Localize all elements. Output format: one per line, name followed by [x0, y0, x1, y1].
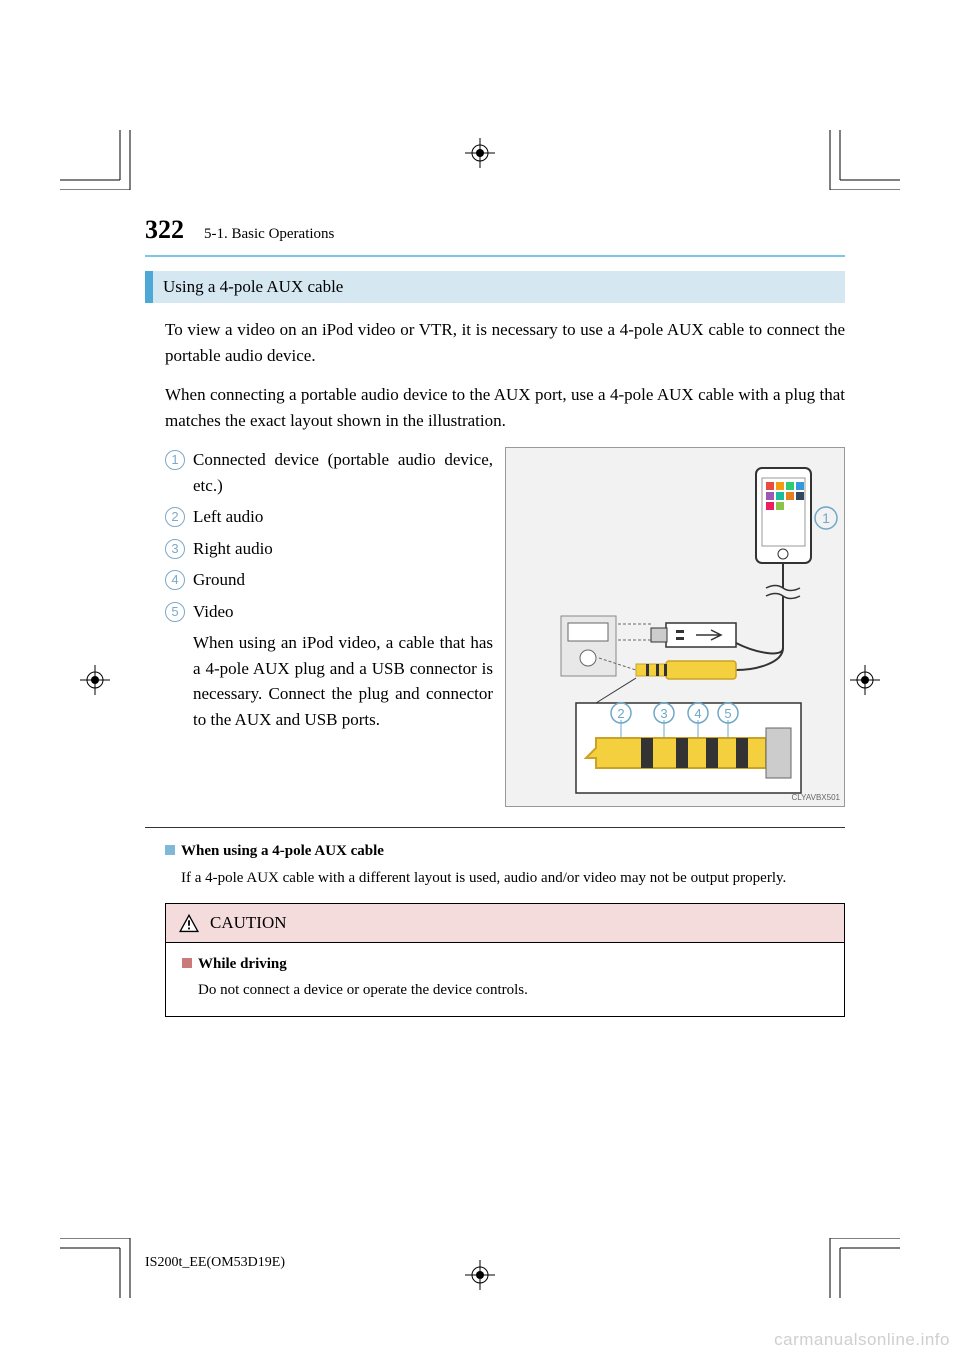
registration-mark-bottom [465, 1260, 495, 1290]
caution-text: Do not connect a device or operate the d… [198, 979, 828, 1002]
note-body: If a 4-pole AUX cable with a different l… [181, 867, 845, 890]
page-number: 322 [145, 210, 184, 249]
caution-box: CAUTION While driving Do not connect a d… [165, 903, 845, 1017]
two-column-block: 1 Connected device (portable audio device… [165, 447, 845, 807]
right-column: 1 [505, 447, 845, 807]
caution-heading: While driving [182, 953, 828, 976]
header-rule [145, 255, 845, 257]
list-item-text: Left audio [193, 504, 263, 530]
paragraph-1: To view a video on an iPod video or VTR,… [165, 317, 845, 368]
footer-code: IS200t_EE(OM53D19E) [145, 1252, 285, 1273]
registration-mark-top [465, 138, 495, 168]
page-header: 322 5-1. Basic Operations [145, 210, 845, 249]
breadcrumb: 5-1. Basic Operations [204, 223, 334, 246]
aux-cable-illustration: 1 [505, 447, 845, 807]
illustration-code: CLYAVBX501 [792, 792, 840, 804]
warning-icon [178, 913, 200, 933]
list-item: 1 Connected device (portable audio device… [165, 447, 493, 498]
watermark: carmanualsonline.info [774, 1327, 950, 1353]
section-title: Using a 4-pole AUX cable [145, 271, 845, 303]
list-item-text: Video [193, 599, 234, 625]
list-number-icon: 1 [165, 450, 185, 470]
crop-mark-tr [820, 130, 900, 190]
callout-3: 3 [660, 706, 667, 721]
left-column: 1 Connected device (portable audio device… [165, 447, 493, 807]
crop-mark-bl [60, 1238, 140, 1298]
list-item-text: Right audio [193, 536, 273, 562]
numbered-list: 1 Connected device (portable audio device… [165, 447, 493, 624]
callout-1: 1 [822, 510, 830, 526]
crop-mark-tl [60, 130, 140, 190]
note-title: When using a 4-pole AUX cable [181, 843, 384, 859]
list-item: 3 Right audio [165, 536, 493, 562]
square-bullet-icon [182, 958, 192, 968]
list-item-text: Connected device (portable audio device,… [193, 447, 493, 498]
callout-4: 4 [694, 706, 701, 721]
list-item-text: Ground [193, 567, 245, 593]
list-number-icon: 4 [165, 570, 185, 590]
crop-mark-br [820, 1238, 900, 1298]
caution-body: While driving Do not connect a device or… [166, 943, 844, 1016]
callout-5: 5 [724, 706, 731, 721]
caution-header: CAUTION [166, 904, 844, 943]
section-title-text: Using a 4-pole AUX cable [153, 271, 343, 303]
registration-mark-right [850, 665, 880, 695]
note-heading: When using a 4-pole AUX cable [165, 840, 845, 863]
caution-title: While driving [198, 956, 287, 972]
separator-rule [145, 827, 845, 828]
body-text: To view a video on an iPod video or VTR,… [145, 317, 845, 807]
list-number-icon: 5 [165, 602, 185, 622]
list-number-icon: 3 [165, 539, 185, 559]
note-block: When using a 4-pole AUX cable If a 4-pol… [145, 840, 845, 889]
square-bullet-icon [165, 845, 175, 855]
page-content: 322 5-1. Basic Operations Using a 4-pole… [145, 210, 845, 1017]
list-item: 4 Ground [165, 567, 493, 593]
list-item: 2 Left audio [165, 504, 493, 530]
registration-mark-left [80, 665, 110, 695]
caution-label: CAUTION [210, 910, 287, 936]
list-number-icon: 2 [165, 507, 185, 527]
list-item: 5 Video [165, 599, 493, 625]
callout-2: 2 [617, 706, 624, 721]
section-title-bar [145, 271, 153, 303]
paragraph-2: When connecting a portable audio device … [165, 382, 845, 433]
list-sub-paragraph: When using an iPod video, a cable that h… [193, 630, 493, 732]
aux-cable-svg: 1 [506, 448, 846, 808]
